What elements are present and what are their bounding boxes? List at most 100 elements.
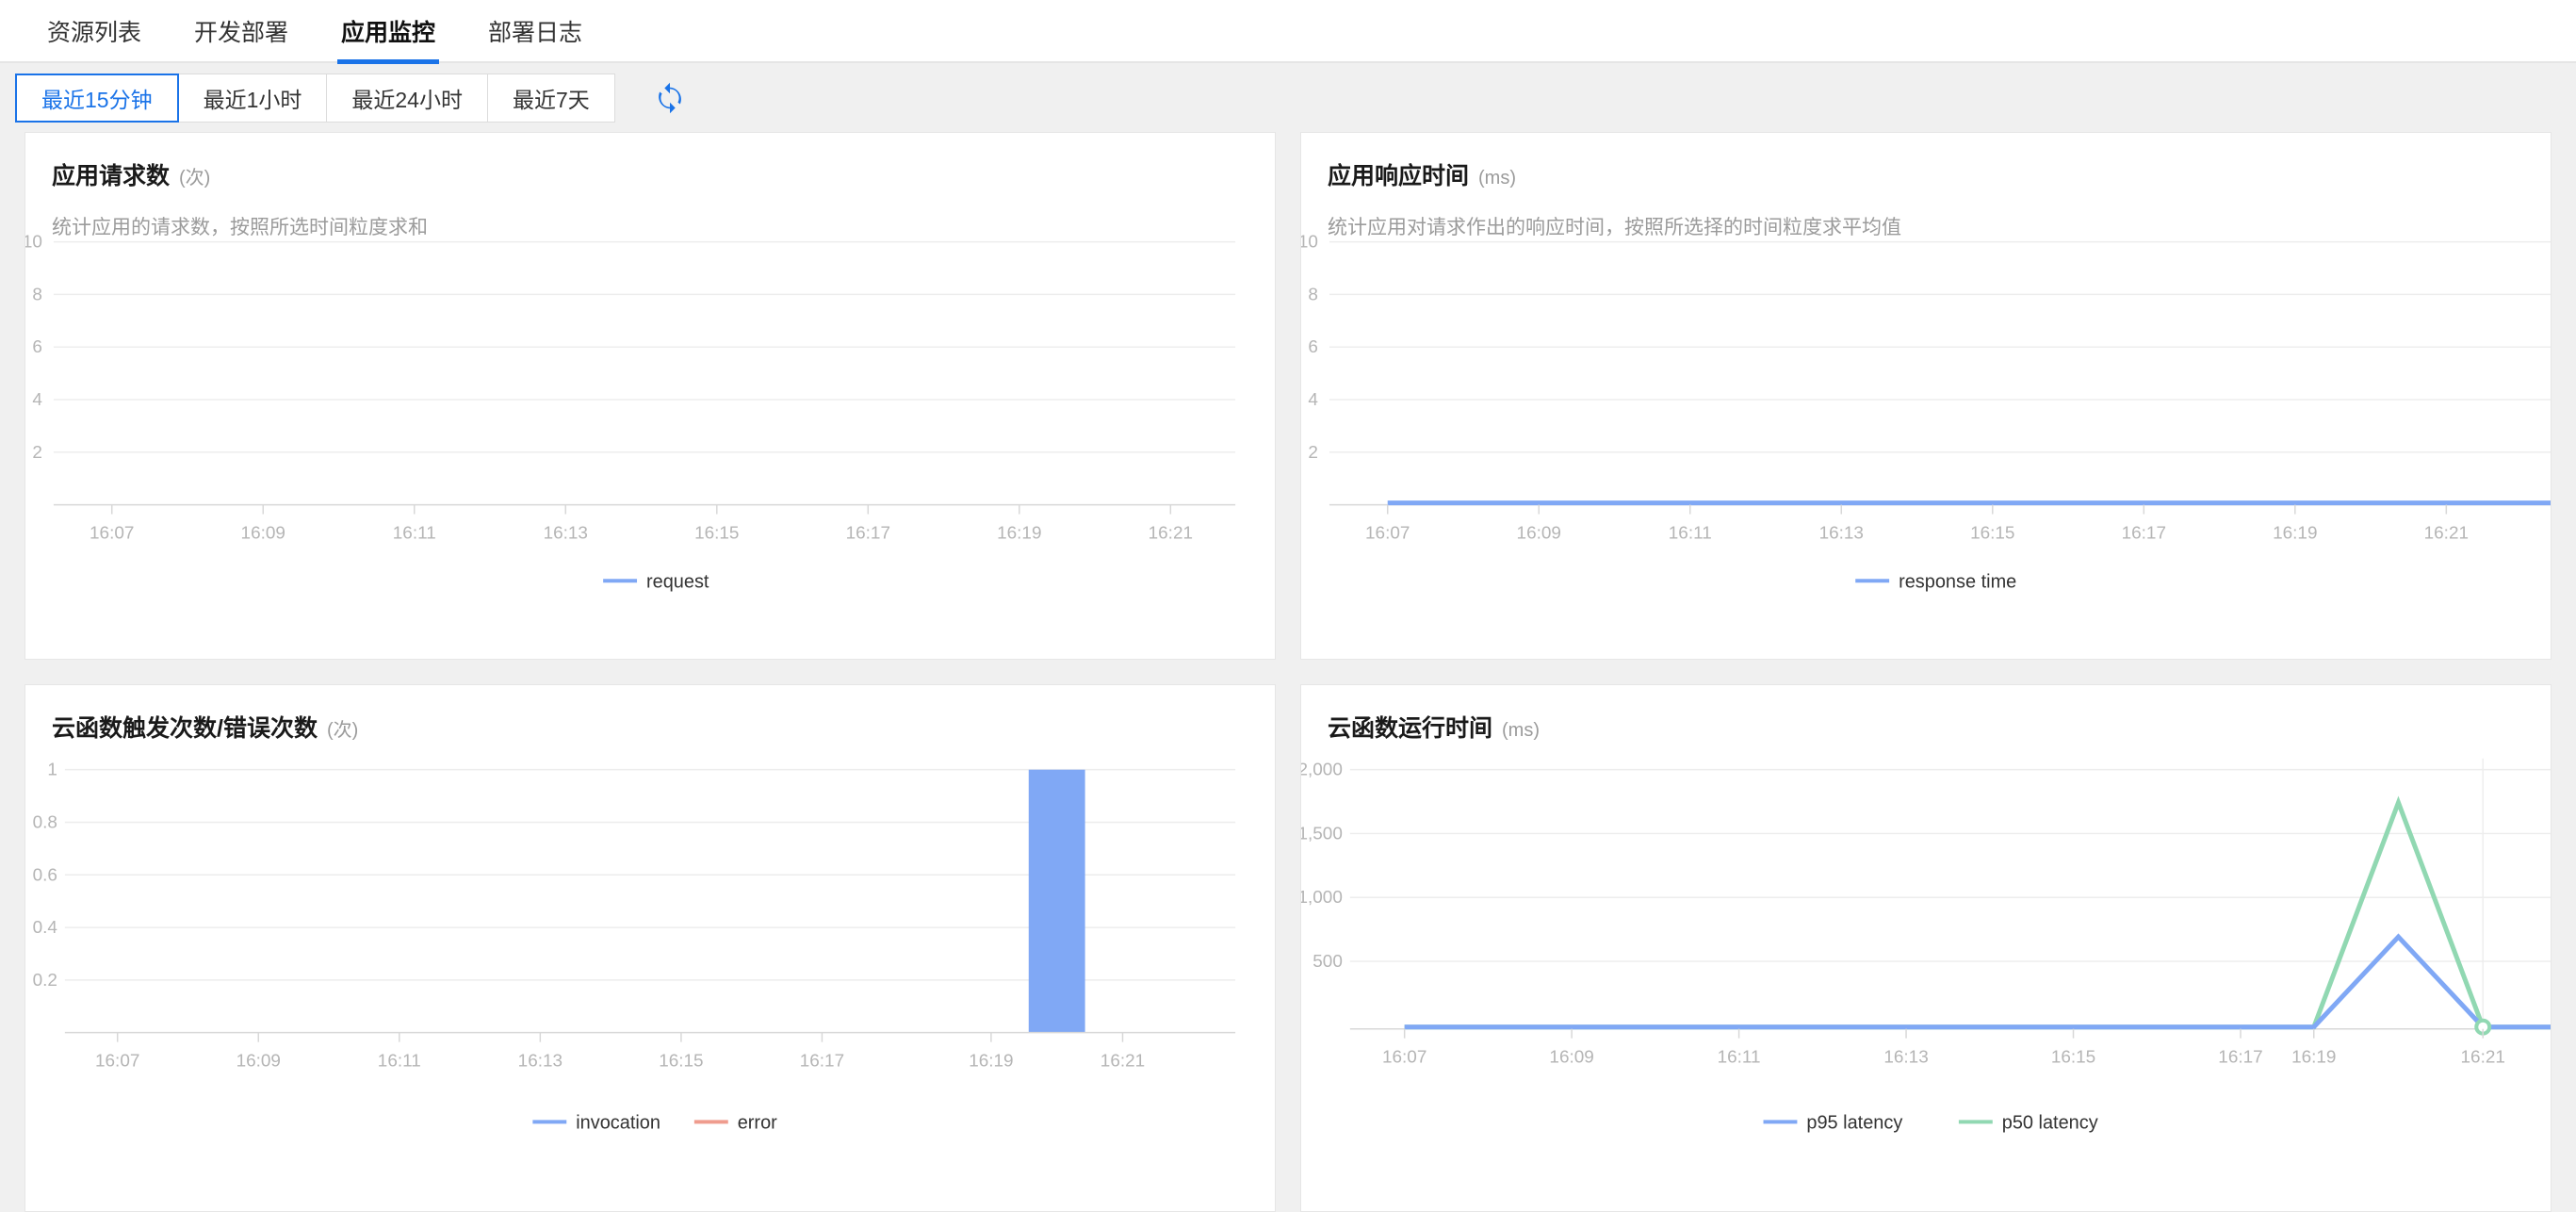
svg-text:8: 8: [32, 285, 42, 304]
chart-app-request-count[interactable]: 10 8 6 4 2 16:07: [25, 133, 1275, 659]
svg-text:16:17: 16:17: [846, 523, 890, 543]
svg-text:6: 6: [32, 337, 42, 357]
svg-text:16:07: 16:07: [1382, 1048, 1427, 1068]
svg-text:16:15: 16:15: [694, 523, 739, 543]
card-function-invocations: 云函数触发次数/错误次数 (次) 1 0.8 0.6 0.4 0.2: [24, 684, 1276, 1212]
x-axis-ticks: [118, 1033, 1123, 1042]
svg-text:16:15: 16:15: [1970, 523, 2014, 543]
svg-text:4: 4: [32, 390, 42, 410]
tab-deploy-log[interactable]: 部署日志: [462, 0, 609, 62]
monitor-card-grid: 应用请求数 (次) 统计应用的请求数，按照所选时间粒度求和 10 8 6 4 2: [0, 132, 2576, 1212]
svg-text:16:07: 16:07: [1365, 523, 1410, 543]
svg-text:0.4: 0.4: [33, 918, 57, 938]
chart-legend: p95 latency p50 latency: [1764, 1112, 2098, 1133]
chart-legend: response time: [1855, 571, 2016, 592]
svg-text:10: 10: [25, 233, 42, 253]
card-app-response-time: 应用响应时间 (ms) 统计应用对请求作出的响应时间，按照所选择的时间粒度求平均…: [1300, 132, 2552, 660]
tab-label: 资源列表: [47, 14, 141, 48]
y-axis-labels: 1 0.8 0.6 0.4 0.2: [33, 761, 57, 991]
svg-text:16:13: 16:13: [544, 523, 588, 543]
tab-dev-deploy[interactable]: 开发部署: [168, 0, 315, 62]
svg-text:16:15: 16:15: [2051, 1048, 2095, 1068]
legend-label-invocation: invocation: [576, 1112, 660, 1133]
series-line-p95-latency: [1405, 937, 2551, 1027]
svg-text:16:21: 16:21: [1101, 1052, 1145, 1072]
tab-label: 部署日志: [488, 14, 582, 48]
svg-text:16:21: 16:21: [2424, 523, 2469, 543]
svg-text:16:13: 16:13: [518, 1052, 562, 1072]
range-1hour-button[interactable]: 最近1小时: [179, 74, 328, 123]
gridlines: [54, 242, 1235, 452]
svg-text:16:15: 16:15: [659, 1052, 703, 1072]
svg-text:4: 4: [1308, 390, 1318, 410]
tab-app-monitor[interactable]: 应用监控: [315, 0, 462, 62]
svg-text:16:11: 16:11: [393, 523, 436, 543]
svg-text:8: 8: [1308, 285, 1318, 304]
y-axis-labels: 2,000 1,500 1,000 500: [1301, 761, 1343, 972]
card-function-duration: 云函数运行时间 (ms) 2,000 1,500 1,000 500: [1300, 684, 2552, 1212]
chart-function-invocations[interactable]: 1 0.8 0.6 0.4 0.2: [25, 685, 1275, 1211]
svg-text:16:13: 16:13: [1819, 523, 1864, 543]
svg-text:16:21: 16:21: [1149, 523, 1193, 543]
x-axis-ticks: [112, 505, 1171, 515]
range-15min-button[interactable]: 最近15分钟: [15, 74, 179, 123]
svg-text:16:19: 16:19: [2273, 523, 2317, 543]
svg-text:16:09: 16:09: [1517, 523, 1561, 543]
x-axis-ticks: [1388, 505, 2447, 515]
chart-app-response-time[interactable]: 10 8 6 4 2: [1301, 133, 2551, 659]
svg-text:500: 500: [1312, 952, 1343, 972]
chart-legend: invocation error: [532, 1112, 777, 1133]
svg-text:1: 1: [47, 761, 57, 780]
svg-text:16:17: 16:17: [2122, 523, 2166, 543]
legend-label-request: request: [646, 571, 709, 592]
tab-label: 应用监控: [341, 14, 435, 48]
svg-text:10: 10: [1301, 233, 1318, 253]
svg-text:16:07: 16:07: [90, 523, 134, 543]
gridlines: [1329, 242, 2551, 452]
svg-text:16:11: 16:11: [378, 1052, 421, 1072]
x-axis-ticks: [1405, 1029, 2484, 1039]
main-tabbar: 资源列表 开发部署 应用监控 部署日志: [0, 0, 2576, 63]
legend-label-response-time: response time: [1899, 571, 2016, 592]
svg-text:16:13: 16:13: [1883, 1048, 1928, 1068]
svg-text:16:19: 16:19: [969, 1052, 1013, 1072]
svg-text:16:11: 16:11: [1669, 523, 1712, 543]
svg-text:0.8: 0.8: [33, 812, 57, 832]
x-axis-labels: 16:07 16:09 16:11 16:13 16:15 16:17 16:1…: [95, 1052, 1145, 1072]
series-line-p50-latency: [1405, 803, 2551, 1027]
svg-text:16:09: 16:09: [236, 1052, 281, 1072]
svg-text:0.2: 0.2: [33, 971, 57, 991]
svg-text:16:17: 16:17: [800, 1052, 844, 1072]
tab-label: 开发部署: [194, 14, 288, 48]
svg-text:16:11: 16:11: [1718, 1048, 1761, 1068]
x-axis-labels: 16:07 16:09 16:11 16:13 16:15 16:17 16:1…: [1365, 523, 2469, 543]
y-axis-labels: 10 8 6 4 2: [25, 233, 42, 463]
x-axis-labels: 16:07 16:09 16:11 16:13 16:15 16:17 16:1…: [1382, 1048, 2505, 1068]
chart-function-duration[interactable]: 2,000 1,500 1,000 500: [1301, 685, 2551, 1211]
x-axis-labels: 16:07 16:09 16:11 16:13 16:15 16:17 16:1…: [90, 523, 1193, 543]
legend-label-p50-latency: p50 latency: [2002, 1112, 2098, 1133]
svg-text:1,500: 1,500: [1301, 824, 1343, 843]
legend-label-p95-latency: p95 latency: [1806, 1112, 1902, 1133]
legend-label-error: error: [738, 1112, 777, 1133]
tab-resource-list[interactable]: 资源列表: [21, 0, 168, 62]
svg-text:16:19: 16:19: [997, 523, 1041, 543]
svg-text:1,000: 1,000: [1301, 888, 1343, 908]
range-24hour-button[interactable]: 最近24小时: [327, 74, 488, 123]
svg-text:2: 2: [32, 443, 42, 463]
svg-text:16:21: 16:21: [2461, 1048, 2505, 1068]
card-app-request-count: 应用请求数 (次) 统计应用的请求数，按照所选时间粒度求和 10 8 6 4 2: [24, 132, 1276, 660]
time-range-toolbar: 最近15分钟 最近1小时 最近24小时 最近7天: [0, 63, 2576, 132]
svg-text:16:07: 16:07: [95, 1052, 139, 1072]
svg-text:16:09: 16:09: [1549, 1048, 1593, 1068]
range-7day-button[interactable]: 最近7天: [488, 74, 615, 123]
gridlines: [1350, 759, 2551, 1029]
svg-text:2,000: 2,000: [1301, 761, 1343, 780]
time-range-group: 最近15分钟 最近1小时 最近24小时 最近7天: [15, 74, 615, 123]
svg-text:0.6: 0.6: [33, 865, 57, 885]
refresh-icon[interactable]: [649, 77, 691, 119]
svg-text:16:19: 16:19: [2291, 1048, 2336, 1068]
svg-text:6: 6: [1308, 337, 1318, 357]
y-axis-labels: 10 8 6 4 2: [1301, 233, 1318, 463]
svg-text:16:09: 16:09: [241, 523, 285, 543]
